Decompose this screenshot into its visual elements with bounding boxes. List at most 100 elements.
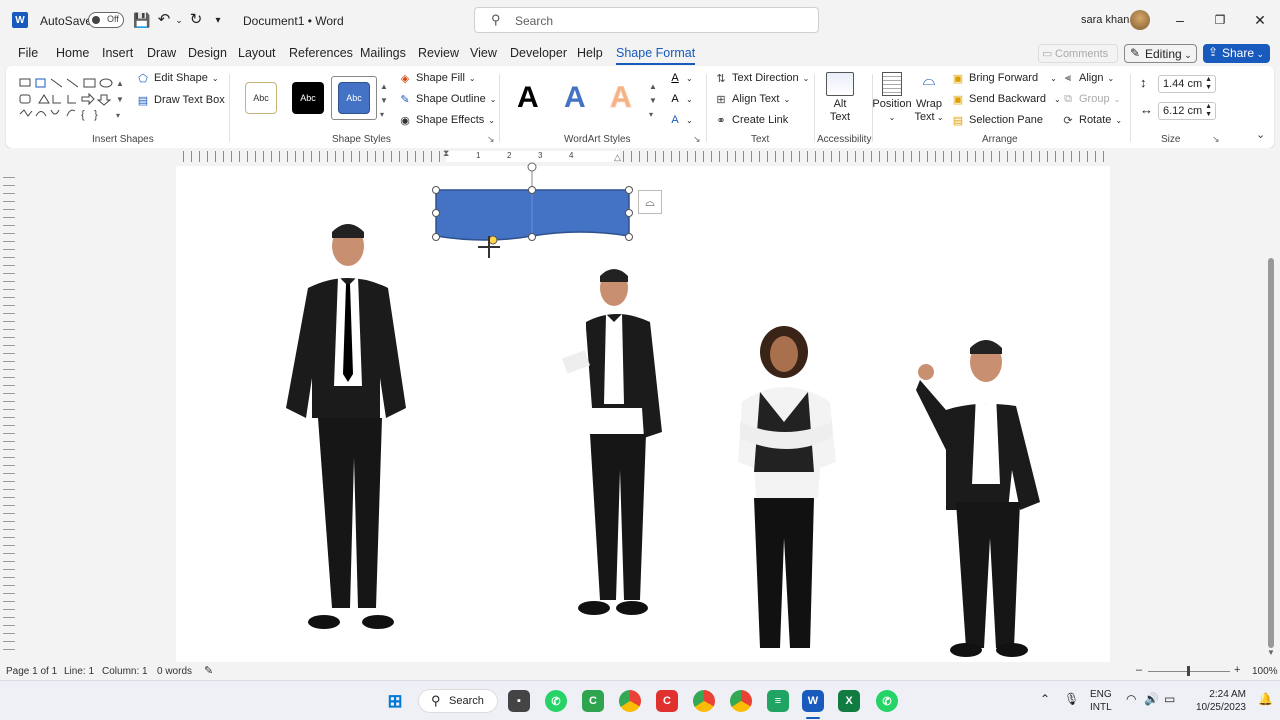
shape-height-input[interactable]: 1.44 cm ▲ ▼ — [1158, 75, 1216, 93]
shape-styles-launcher-icon[interactable]: ↘ — [487, 134, 495, 145]
create-link-button[interactable]: ⚭ Create Link — [714, 113, 788, 127]
wordart-launcher-icon[interactable]: ↘ — [693, 134, 701, 145]
wrap-text-button[interactable]: Wrap Text ⌄ — [912, 98, 946, 124]
share-button[interactable]: ⇪ Share ⌄ — [1203, 44, 1270, 63]
align-text-button[interactable]: ⊞ Align Text ⌄ — [714, 92, 790, 106]
resize-handle-bottom[interactable] — [528, 233, 536, 241]
minimize-icon[interactable]: – — [1172, 12, 1188, 28]
resize-handle-top-right[interactable] — [625, 186, 633, 194]
rotate-button[interactable]: ⟳ Rotate ⌄ — [1061, 113, 1122, 127]
save-icon[interactable]: 💾 — [133, 12, 150, 28]
text-effects-button[interactable]: A ⌄ — [668, 113, 692, 127]
size-launcher-icon[interactable]: ↘ — [1212, 134, 1220, 145]
battery-icon[interactable]: ▭ — [1164, 692, 1175, 706]
camtasia-icon[interactable]: C — [582, 690, 604, 712]
taskbar-search[interactable]: ⚲ Search — [418, 689, 498, 713]
shape-style-swatch-2[interactable]: Abc — [292, 82, 324, 114]
shape-style-swatch-3[interactable]: Abc — [338, 82, 370, 114]
editing-button[interactable]: ✎ Editing ⌄ — [1124, 44, 1197, 63]
whatsapp-2-icon[interactable]: ✆ — [876, 690, 898, 712]
search-box[interactable]: ⚲ Search — [474, 7, 819, 33]
text-fill-button[interactable]: A ⌄ — [668, 71, 692, 85]
volume-icon[interactable]: 🔊 — [1144, 692, 1159, 706]
zoom-slider-thumb[interactable] — [1187, 666, 1190, 676]
chrome-profile-2-icon[interactable] — [730, 690, 752, 712]
microphone-icon[interactable]: 🎙 — [1064, 692, 1079, 706]
tab-shape-format[interactable]: Shape Format — [616, 46, 696, 65]
zoom-level[interactable]: 100% — [1252, 666, 1278, 677]
resize-handle-bottom-left[interactable] — [432, 233, 440, 241]
proofing-icon[interactable]: ✎ — [204, 664, 213, 677]
tab-home[interactable]: Home — [56, 46, 89, 60]
tab-help[interactable]: Help — [577, 46, 603, 60]
autosave-toggle[interactable]: Off — [88, 12, 124, 28]
tab-review[interactable]: Review — [418, 46, 459, 60]
shape-style-swatch-1[interactable]: Abc — [245, 82, 277, 114]
send-backward-button[interactable]: ▣ Send Backward ⌄ — [951, 92, 1061, 106]
notifications-icon[interactable]: 🔔 — [1258, 692, 1273, 706]
person-image-3[interactable] — [732, 322, 840, 664]
tab-design[interactable]: Design — [188, 46, 227, 60]
person-image-4[interactable] — [910, 332, 1046, 662]
wordart-style-1[interactable]: A — [517, 81, 539, 115]
wordart-scroll[interactable]: ▲ ▼ ▾ — [649, 80, 657, 122]
recorder-icon[interactable]: C — [656, 690, 678, 712]
edit-shape-button[interactable]: ⬠ Edit Shape ⌄ — [136, 71, 218, 85]
word-count[interactable]: 0 words — [157, 666, 192, 677]
excel-icon[interactable]: X — [838, 690, 860, 712]
restore-icon[interactable]: ❐ — [1212, 12, 1228, 28]
resize-handle-bottom-right[interactable] — [625, 233, 633, 241]
text-direction-button[interactable]: ⇅ Text Direction ⌄ — [714, 71, 809, 85]
wifi-icon[interactable]: ◠ — [1126, 692, 1136, 706]
resize-handle-top[interactable] — [528, 186, 536, 194]
position-button[interactable]: Position ⌄ — [872, 98, 912, 124]
text-outline-button[interactable]: A ⌄ — [668, 92, 692, 106]
person-image-2[interactable] — [556, 264, 668, 620]
word-taskbar-icon[interactable]: W — [802, 690, 824, 712]
customize-toolbar-icon[interactable]: ▾ — [212, 12, 224, 28]
task-view-icon[interactable]: ▪ — [508, 690, 530, 712]
align-button[interactable]: ⫷ Align ⌄ — [1061, 71, 1114, 85]
resize-handle-left[interactable] — [432, 209, 440, 217]
bring-forward-button[interactable]: ▣ Bring Forward ⌄ — [951, 71, 1057, 85]
windows-start-icon[interactable]: ⊞ — [384, 690, 406, 712]
tab-layout[interactable]: Layout — [238, 46, 276, 60]
chrome-profile-icon[interactable] — [693, 690, 715, 712]
close-icon[interactable]: ✕ — [1252, 12, 1268, 28]
chevron-up-icon[interactable]: ⌃ — [1040, 692, 1050, 706]
alt-text-button[interactable]: Alt Text — [824, 98, 856, 124]
wordart-style-3[interactable]: A — [610, 81, 633, 115]
shape-fill-button[interactable]: ◈ Shape Fill ⌄ — [398, 71, 476, 85]
notepad-icon[interactable]: ≡ — [767, 690, 789, 712]
wordart-style-2[interactable]: A — [564, 81, 586, 115]
zoom-out-icon[interactable]: – — [1136, 664, 1142, 676]
resize-handle-top-left[interactable] — [432, 186, 440, 194]
undo-icon[interactable]: ↶ — [156, 11, 172, 28]
collapse-ribbon-icon[interactable]: ⌄ — [1256, 128, 1265, 141]
page-count[interactable]: Page 1 of 1 — [6, 666, 57, 677]
resize-handle-right[interactable] — [625, 209, 633, 217]
tab-file[interactable]: File — [18, 46, 38, 60]
selection-pane-button[interactable]: ▤ Selection Pane — [951, 113, 1043, 127]
zoom-in-icon[interactable]: + — [1234, 664, 1240, 676]
undo-dropdown-icon[interactable]: ⌄ — [174, 12, 184, 28]
vertical-ruler[interactable] — [3, 170, 15, 650]
chrome-icon[interactable] — [619, 690, 641, 712]
tab-references[interactable]: References — [289, 46, 353, 60]
whatsapp-icon[interactable]: ✆ — [545, 690, 567, 712]
layout-options-icon[interactable]: ⌓ — [638, 190, 662, 214]
shape-effects-button[interactable]: ◉ Shape Effects ⌄ — [398, 113, 495, 127]
comments-button[interactable]: ▭ Comments — [1038, 44, 1118, 63]
avatar[interactable] — [1130, 10, 1150, 30]
shape-outline-button[interactable]: ✎ Shape Outline ⌄ — [398, 92, 496, 106]
tab-draw[interactable]: Draw — [147, 46, 176, 60]
clock[interactable]: 2:24 AM 10/25/2023 — [1190, 688, 1246, 714]
shape-width-input[interactable]: 6.12 cm ▲ ▼ — [1158, 102, 1216, 120]
shapes-gallery[interactable]: {} ▲ ▼ ▾ — [18, 76, 124, 126]
redo-icon[interactable]: ↻ — [188, 11, 204, 28]
tab-mailings[interactable]: Mailings — [360, 46, 406, 60]
language-indicator[interactable]: ENG INTL — [1090, 688, 1112, 714]
tab-view[interactable]: View — [470, 46, 497, 60]
vertical-scrollbar[interactable] — [1268, 258, 1274, 648]
tab-developer[interactable]: Developer — [510, 46, 567, 60]
